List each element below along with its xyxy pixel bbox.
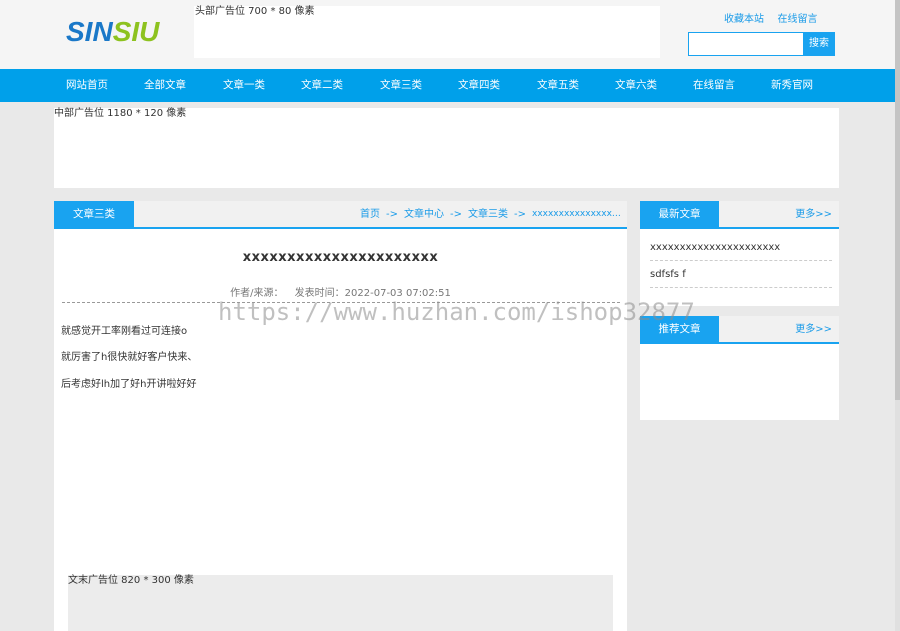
breadcrumb-current[interactable]: xxxxxxxxxxxxxxxxxxxxxx — [532, 201, 622, 228]
scrollbar-thumb[interactable] — [895, 0, 900, 400]
article-divider — [62, 302, 620, 303]
message-link[interactable]: 在线留言 — [778, 14, 818, 25]
site-header: SINSIU 头部广告位 700 * 80 像素 收藏本站 在线留言 搜索 — [0, 0, 900, 69]
article-end-ad-slot: 文末广告位 820 * 300 像素 — [68, 575, 613, 631]
search-input[interactable] — [688, 32, 804, 56]
logo-part-1: SIN — [66, 16, 113, 47]
breadcrumb-separator: -> — [514, 209, 526, 220]
breadcrumb-separator: -> — [450, 209, 462, 220]
latest-articles-box: 最新文章 更多>> xxxxxxxxxxxxxxxxxxxxxx sdfsfs … — [640, 201, 839, 306]
article-title: xxxxxxxxxxxxxxxxxxxxxx — [242, 250, 439, 265]
recommended-articles-header: 推荐文章 更多>> — [640, 316, 839, 344]
nav-item-message[interactable]: 在线留言 — [693, 69, 735, 102]
search-button[interactable]: 搜索 — [803, 32, 835, 56]
nav-item-official-site[interactable]: 新秀官网 — [771, 69, 813, 102]
recommended-more-link[interactable]: 更多>> — [795, 316, 832, 343]
article-meta: 作者/来源： 发表时间：2022-07-03 07:02:51 — [54, 284, 627, 299]
latest-articles-header: 最新文章 更多>> — [640, 201, 839, 229]
article-paragraph: 就感觉开工率刚看过可连接o — [61, 326, 188, 337]
nav-item-home[interactable]: 网站首页 — [66, 69, 108, 102]
nav-item-category-3[interactable]: 文章三类 — [380, 69, 422, 102]
nav-item-category-4[interactable]: 文章四类 — [458, 69, 500, 102]
breadcrumb-category[interactable]: 文章三类 — [468, 209, 508, 220]
favorite-link[interactable]: 收藏本站 — [724, 14, 764, 25]
latest-article-item[interactable]: sdfsfs f — [650, 261, 832, 288]
breadcrumb: 首页 -> 文章中心 -> 文章三类 -> xxxxxxxxxxxxxxxxxxxxxx — [360, 201, 622, 228]
nav-item-category-1[interactable]: 文章一类 — [223, 69, 265, 102]
breadcrumb-home[interactable]: 首页 — [360, 209, 380, 220]
article-paragraph: 后考虑好lh加了好h开讲啦好好 — [61, 379, 197, 390]
article-panel: 文章三类 首页 -> 文章中心 -> 文章三类 -> xxxxxxxxxxxxxxxx xxx… — [54, 201, 627, 631]
header-ad-slot: 头部广告位 700 * 80 像素 — [194, 6, 660, 58]
recommended-articles-box: 推荐文章 更多>> — [640, 316, 839, 420]
article-paragraph: 就厉害了h很快就好客户快来、 — [61, 352, 198, 363]
site-logo[interactable]: SINSIU — [66, 16, 159, 48]
article-category-tab[interactable]: 文章三类 — [54, 201, 134, 229]
main-nav: 网站首页 全部文章 文章一类 文章二类 文章三类 文章四类 文章五类 文章六类 … — [0, 69, 895, 102]
nav-item-all-articles[interactable]: 全部文章 — [144, 69, 186, 102]
logo-part-2: SIU — [112, 16, 160, 47]
latest-articles-title: 最新文章 — [640, 201, 719, 229]
latest-article-item[interactable]: xxxxxxxxxxxxxxxxxxxxxx — [650, 234, 832, 261]
breadcrumb-article-center[interactable]: 文章中心 — [404, 209, 444, 220]
breadcrumb-separator: -> — [386, 209, 398, 220]
middle-ad-slot: 中部广告位 1180 * 120 像素 — [54, 108, 839, 188]
article-tabbar: 文章三类 首页 -> 文章中心 -> 文章三类 -> xxxxxxxxxxxxxxxxxxx… — [54, 201, 627, 229]
recommended-articles-title: 推荐文章 — [640, 316, 719, 344]
nav-item-category-6[interactable]: 文章六类 — [615, 69, 657, 102]
latest-more-link[interactable]: 更多>> — [795, 201, 832, 228]
article-publish-time: 发表时间：2022-07-03 07:02:51 — [294, 288, 451, 299]
top-links: 收藏本站 在线留言 — [724, 10, 828, 25]
nav-item-category-5[interactable]: 文章五类 — [537, 69, 579, 102]
nav-item-category-2[interactable]: 文章二类 — [301, 69, 343, 102]
article-author: 作者/来源： — [230, 288, 284, 299]
